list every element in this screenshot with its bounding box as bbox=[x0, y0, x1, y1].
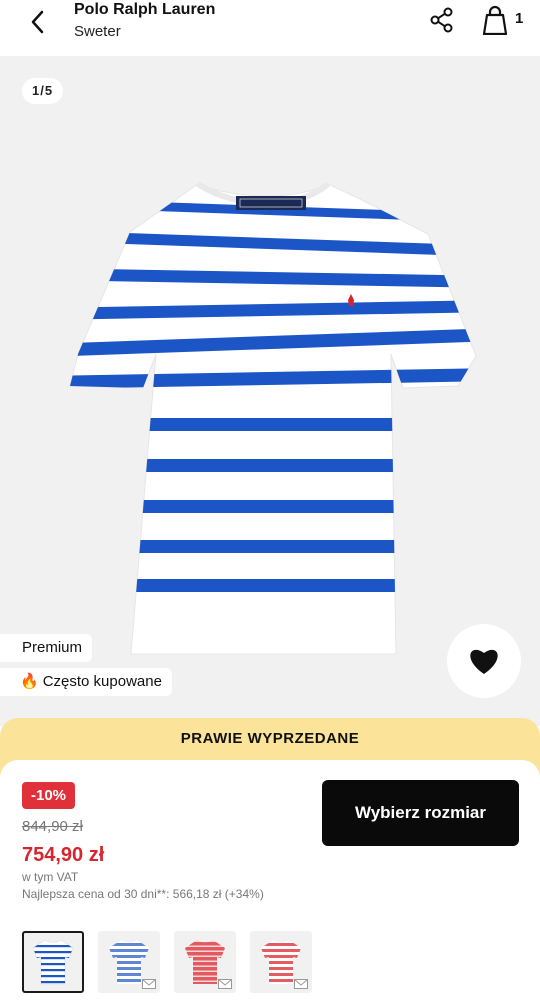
brand-name[interactable]: Polo Ralph Lauren bbox=[74, 0, 215, 20]
back-arrow-icon bbox=[31, 10, 44, 34]
almost-sold-out-text: PRAWIE WYPRZEDANE bbox=[180, 730, 360, 747]
popular-badge: 🔥 Często kupowane bbox=[0, 668, 172, 696]
variant-thumbnail-red-white-2[interactable] bbox=[250, 931, 312, 993]
product-gallery[interactable]: 1/5 Premium 🔥 Często kupowane bbox=[0, 56, 540, 726]
fire-icon: 🔥 bbox=[20, 673, 39, 690]
old-price: 844,90 zł bbox=[22, 818, 83, 835]
product-info-panel: -10% 844,90 zł 754,90 zł w tym VAT Najle… bbox=[0, 760, 540, 1005]
product-type: Sweter bbox=[74, 23, 121, 40]
mail-icon bbox=[218, 979, 232, 989]
shopping-bag-icon bbox=[482, 5, 508, 35]
popular-label: Często kupowane bbox=[42, 673, 162, 690]
vat-note: w tym VAT bbox=[22, 870, 79, 884]
lowest-price-note: Najlepsza cena od 30 dni**: 566,18 zł (+… bbox=[22, 887, 264, 901]
mail-icon bbox=[294, 979, 308, 989]
discount-badge: -10% bbox=[22, 782, 76, 809]
shirt-thumbnail-image bbox=[32, 939, 74, 985]
variant-thumbnail-blue-white[interactable] bbox=[98, 931, 160, 993]
wishlist-button[interactable] bbox=[447, 624, 521, 698]
cart-count: 1 bbox=[515, 10, 524, 27]
cart-button[interactable] bbox=[480, 4, 510, 36]
product-image[interactable] bbox=[58, 176, 482, 656]
choose-size-button[interactable]: Wybierz rozmiar bbox=[322, 780, 519, 846]
heart-icon bbox=[470, 649, 498, 674]
mail-icon bbox=[142, 979, 156, 989]
share-button[interactable] bbox=[428, 6, 456, 34]
variant-thumbnail-red-white[interactable] bbox=[174, 931, 236, 993]
premium-badge: Premium bbox=[0, 634, 93, 662]
share-icon bbox=[430, 7, 453, 33]
header-titles: Polo Ralph Lauren Sweter bbox=[74, 0, 215, 43]
top-header: Polo Ralph Lauren Sweter 1 bbox=[0, 0, 540, 56]
color-variant-list bbox=[22, 931, 312, 993]
image-counter: 1/5 bbox=[22, 78, 64, 104]
current-price: 754,90 zł bbox=[22, 844, 105, 866]
back-button[interactable] bbox=[22, 6, 54, 38]
variant-thumbnail-white-blue[interactable] bbox=[22, 931, 84, 993]
